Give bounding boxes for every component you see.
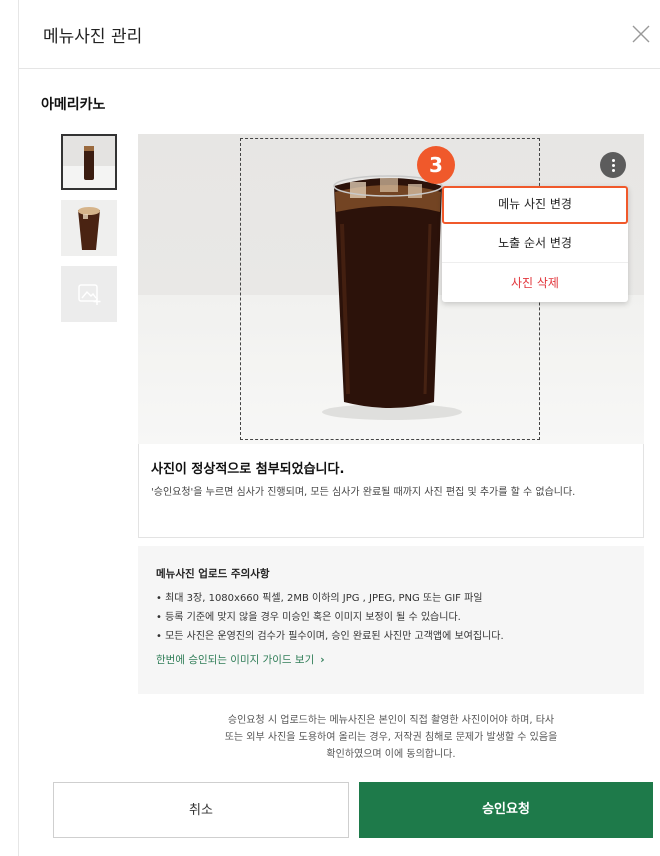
more-vertical-icon[interactable] (600, 152, 626, 178)
menu-item-change-photo[interactable]: 메뉴 사진 변경 (442, 186, 628, 224)
caution-title: 메뉴사진 업로드 주의사항 (156, 568, 270, 580)
guide-link-label: 한번에 승인되는 이미지 가이드 보기 (156, 654, 315, 666)
consent-line: 승인요청 시 업로드하는 메뉴사진은 본인이 직접 촬영한 사진이어야 하며, … (227, 715, 555, 726)
chevron-right-icon: › (320, 654, 325, 666)
menu-photo-preview: 3 메뉴 사진 변경 노출 순서 변경 사진 삭제 (138, 134, 644, 444)
consent-line: 확인하였으며 이에 동의합니다. (326, 749, 456, 760)
thumbnail-1-selected[interactable] (61, 134, 117, 190)
caution-item: • 최대 3장, 1080x660 픽셀, 2MB 이하의 JPG , JPEG… (156, 593, 483, 604)
close-icon[interactable] (629, 22, 653, 46)
notice-title: 사진이 정상적으로 첨부되었습니다. (151, 462, 345, 477)
caution-item: • 모든 사진은 운영진의 검수가 필수이며, 승인 완료된 사진만 고객앱에 … (156, 631, 504, 642)
menu-name: 아메리카노 (41, 97, 106, 113)
modal-header: 메뉴사진 관리 (19, 0, 660, 69)
step-badge: 3 (417, 146, 455, 184)
photo-options-menu: 메뉴 사진 변경 노출 순서 변경 사진 삭제 (442, 186, 628, 302)
approval-request-button[interactable]: 승인요청 (359, 782, 653, 838)
photo-management-modal: 메뉴사진 관리 아메리카노 3 메뉴 사진 변경 노출 순서 변경 사진 삭제 … (18, 0, 660, 856)
upload-success-notice: 사진이 정상적으로 첨부되었습니다. '승인요청'을 누르면 심사가 진행되며,… (138, 444, 644, 538)
caution-item: • 등록 기준에 맞지 않을 경우 미승인 혹은 이미지 보정이 될 수 있습니… (156, 612, 461, 623)
image-guide-link[interactable]: 한번에 승인되는 이미지 가이드 보기 › (156, 652, 325, 667)
thumbnail-2[interactable] (61, 200, 117, 256)
modal-title: 메뉴사진 관리 (43, 27, 143, 47)
add-image-icon[interactable] (61, 266, 117, 322)
menu-item-delete-photo[interactable]: 사진 삭제 (442, 264, 628, 302)
consent-line: 또는 외부 사진을 도용하여 올리는 경우, 저작권 침해로 문제가 발생할 수… (224, 732, 558, 743)
menu-item-change-order[interactable]: 노출 순서 변경 (442, 224, 628, 263)
upload-caution-box: 메뉴사진 업로드 주의사항 • 최대 3장, 1080x660 픽셀, 2MB … (138, 546, 644, 694)
cancel-button[interactable]: 취소 (53, 782, 349, 838)
notice-description: '승인요청'을 누르면 심사가 진행되며, 모든 심사가 완료될 때까지 사진 … (151, 487, 576, 498)
consent-text: 승인요청 시 업로드하는 메뉴사진은 본인이 직접 촬영한 사진이어야 하며, … (138, 712, 644, 763)
